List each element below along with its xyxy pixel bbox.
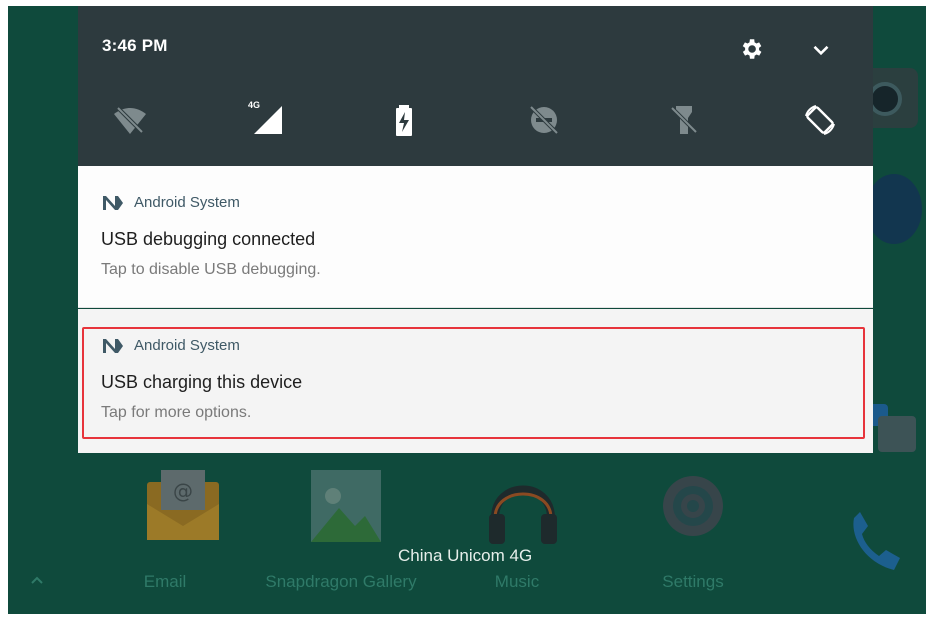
notification-usb-charging[interactable]: Android System USB charging this device … (78, 309, 873, 453)
browser-app-icon[interactable] (866, 174, 922, 244)
app-label-gallery[interactable]: Snapdragon Gallery (256, 572, 426, 592)
app-label-settings[interactable]: Settings (608, 572, 778, 592)
notification-title: USB charging this device (101, 372, 303, 392)
notification-usb-debugging[interactable]: Android System USB debugging connected T… (78, 166, 873, 308)
android-n-icon (103, 195, 123, 210)
app-label-music[interactable]: Music (432, 572, 602, 592)
settings-app-icon[interactable] (628, 468, 758, 553)
gear-icon[interactable] (738, 36, 764, 62)
music-app-icon[interactable] (458, 468, 588, 553)
gallery-app-icon[interactable] (280, 468, 410, 553)
cellular-signal-tile[interactable]: 4G (248, 100, 284, 138)
notification-header: Android System (102, 337, 240, 354)
wifi-off-icon[interactable] (112, 102, 148, 138)
notification-app-name: Android System (134, 337, 240, 354)
flashlight-off-icon[interactable] (666, 102, 702, 138)
notification-shade: 3:46 PM 4G Android System USB debugging … (78, 6, 873, 453)
do-not-disturb-off-icon[interactable] (526, 102, 562, 138)
auto-rotate-icon[interactable] (802, 102, 838, 138)
app-label-email[interactable]: Email (80, 572, 250, 592)
notification-text: Tap for more options. (101, 404, 252, 421)
chevron-up-icon[interactable] (30, 573, 44, 587)
clock: 3:46 PM (102, 36, 168, 55)
notification-app-name: Android System (134, 194, 240, 211)
messaging-app-icon[interactable] (868, 396, 918, 456)
chevron-down-icon[interactable] (808, 36, 834, 62)
carrier-label: China Unicom 4G (398, 546, 533, 565)
battery-charging-icon[interactable] (386, 102, 422, 138)
phone-app-icon[interactable] (846, 508, 906, 578)
notification-text: Tap to disable USB debugging. (101, 261, 321, 278)
email-app-icon[interactable]: @ (118, 468, 248, 553)
notification-header: Android System (102, 194, 240, 211)
cellular-signal-icon (254, 106, 282, 134)
android-n-icon (103, 338, 123, 353)
svg-text:@: @ (173, 479, 193, 503)
notification-title: USB debugging connected (101, 229, 316, 249)
quick-settings-panel: 3:46 PM 4G (78, 6, 873, 166)
